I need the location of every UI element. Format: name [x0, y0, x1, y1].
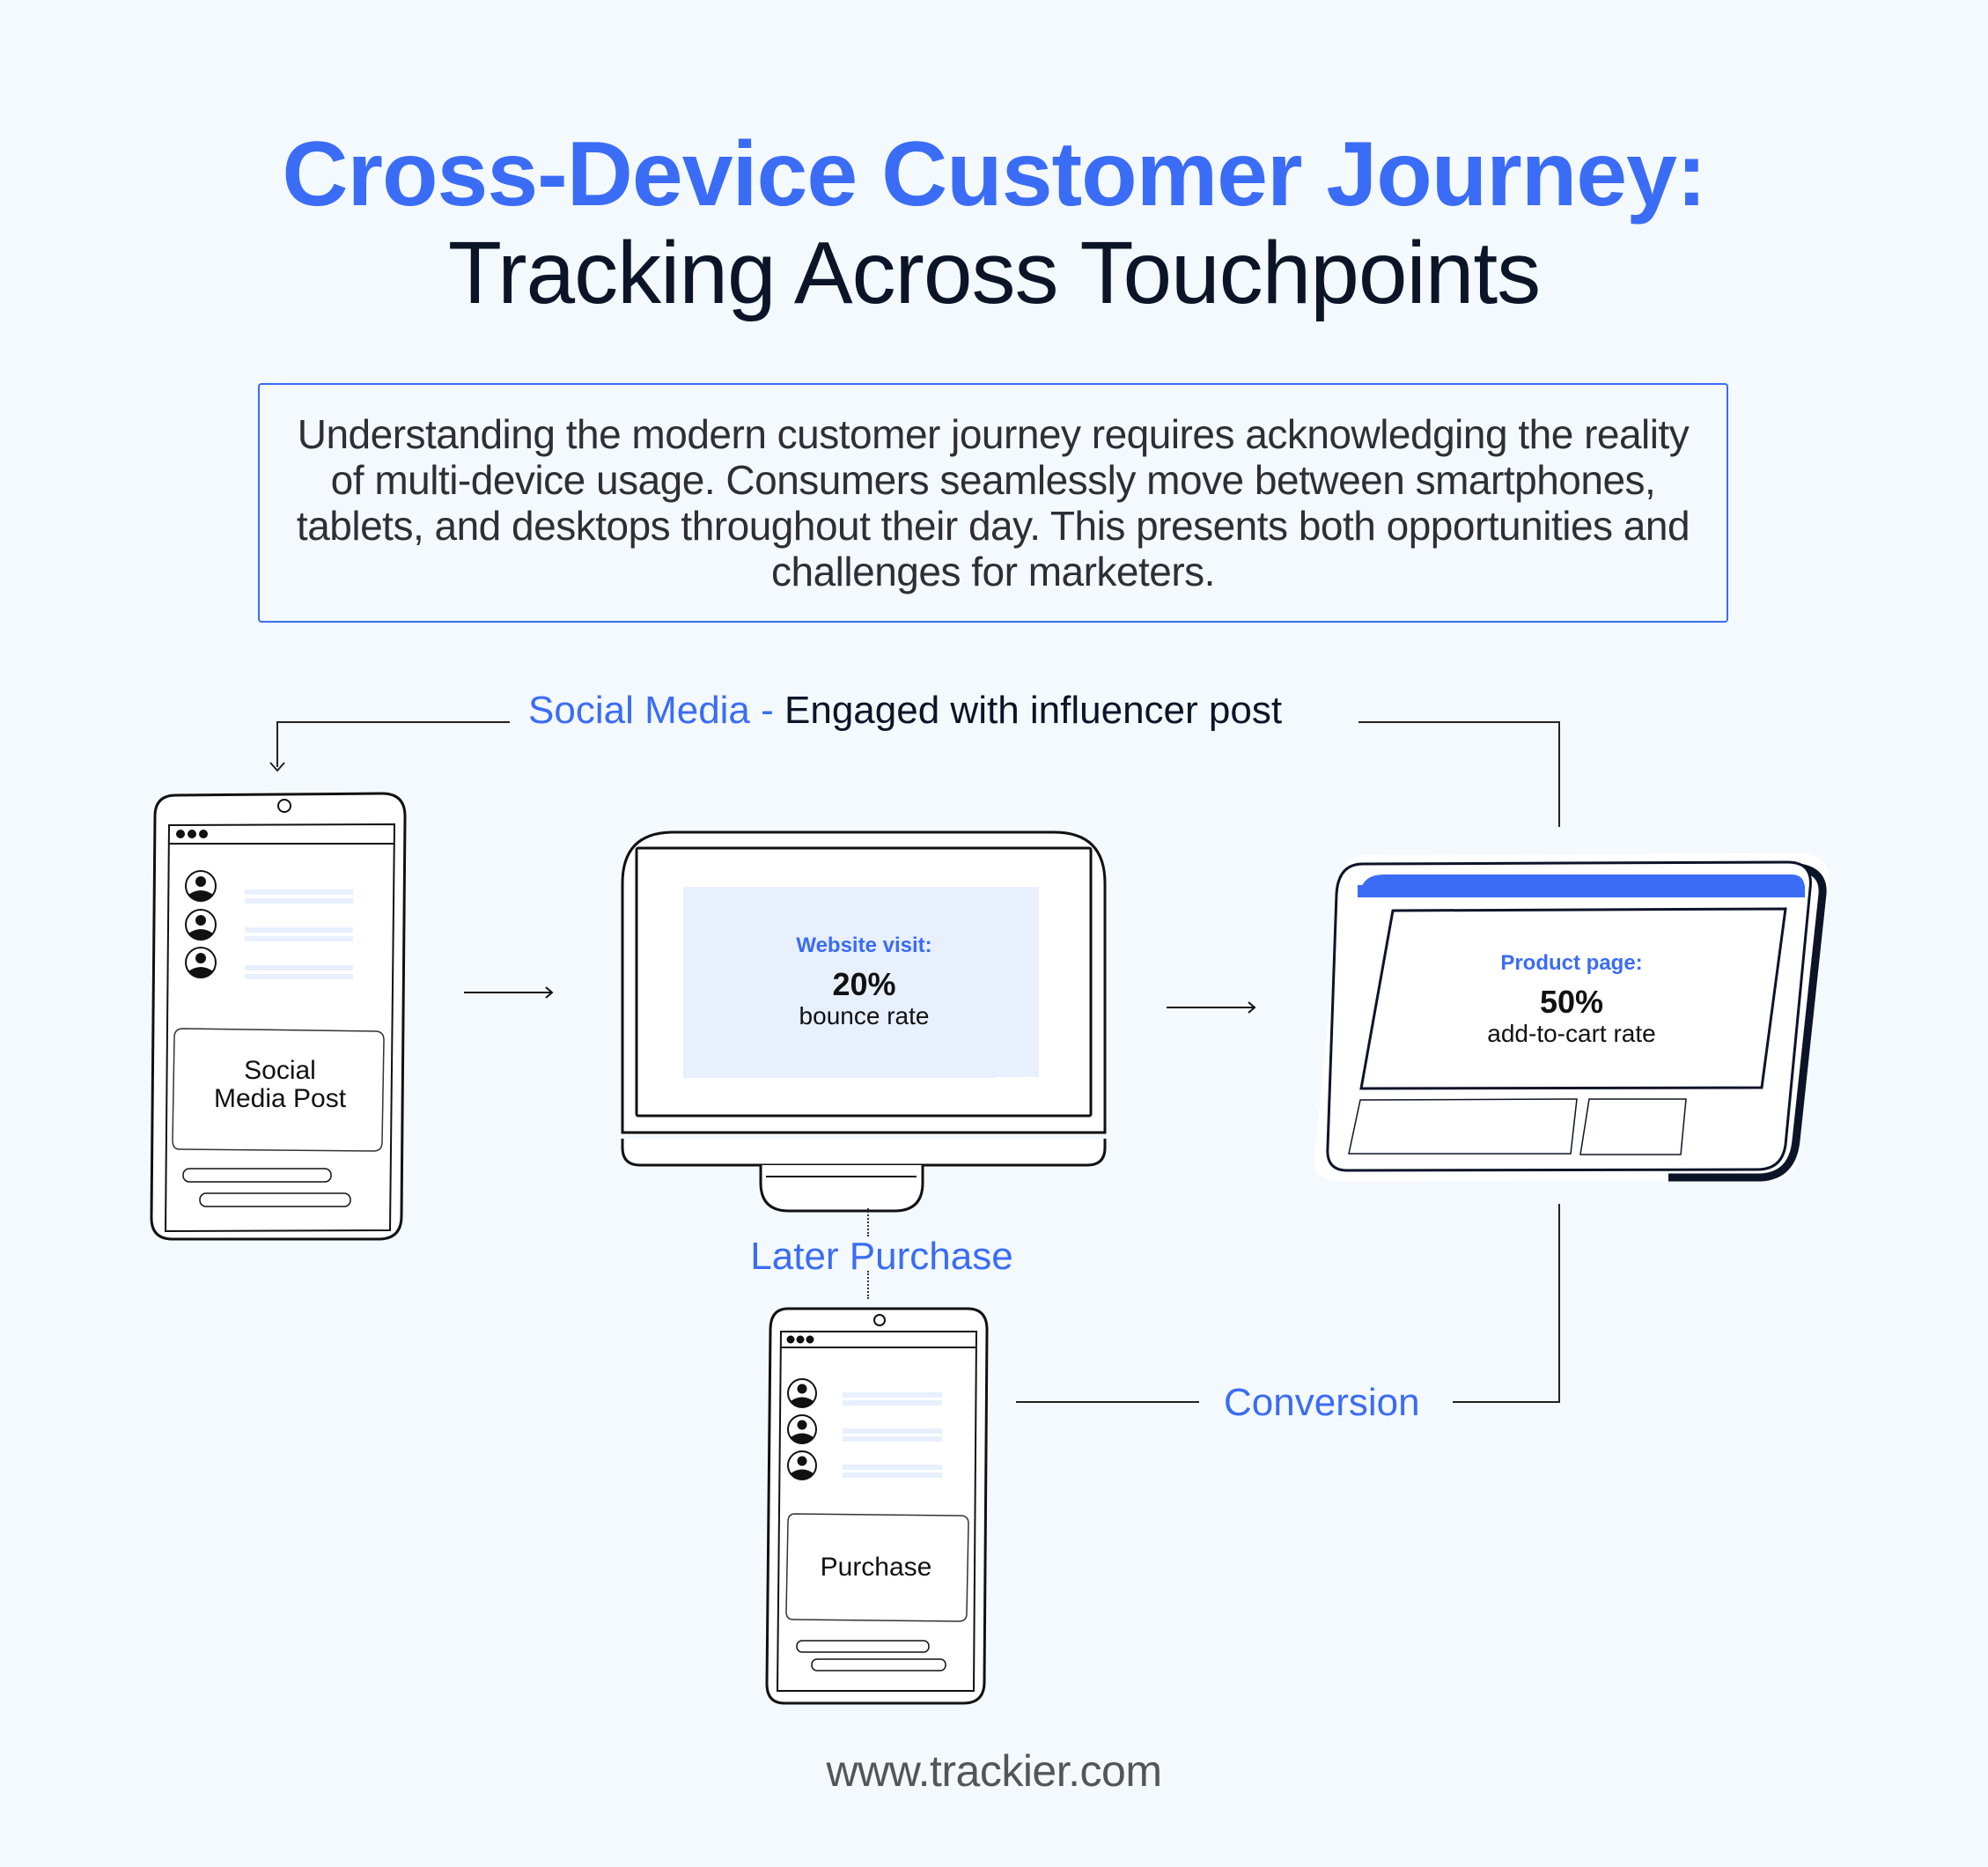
title-line-1: Cross-Device Customer Journey:	[282, 123, 1706, 225]
social-media-post-card: Social Media Post	[174, 1057, 386, 1113]
product-page-stat: Product page: 50% add-to-cart rate	[1400, 951, 1743, 1048]
phone-social-device	[150, 792, 407, 1241]
bounce-rate-caption: bounce rate	[799, 1002, 930, 1029]
connector-right-horizontal	[1453, 1401, 1560, 1403]
social-media-channel: Social Media	[528, 689, 750, 732]
purchase-card: Purchase	[788, 1553, 964, 1582]
phone-purchase-device	[765, 1307, 989, 1705]
later-purchase-label: Later Purchase	[750, 1235, 1013, 1278]
social-media-action: Engaged with influencer post	[784, 689, 1283, 732]
connector-right-vertical	[1558, 1204, 1560, 1403]
add-to-cart-value: 50%	[1539, 984, 1604, 1020]
avatar-icon	[185, 947, 217, 978]
arrow-right-icon	[1167, 1001, 1256, 1014]
website-visit-heading: Website visit:	[796, 934, 932, 957]
connector-top-left-horizontal	[276, 721, 510, 723]
label-separator: -	[749, 689, 785, 732]
dotted-connector-lower	[867, 1271, 869, 1299]
avatar-icon	[787, 1450, 817, 1480]
bounce-rate-value: 20%	[832, 966, 896, 1002]
footer-url: www.trackier.com	[826, 1746, 1162, 1796]
purchase-card-label: Purchase	[820, 1553, 932, 1582]
avatar-icon	[185, 909, 217, 941]
avatar-icon	[185, 870, 217, 902]
avatar-icon	[787, 1378, 817, 1408]
intro-box: Understanding the modern customer journe…	[258, 383, 1728, 623]
website-visit-stat: Website visit: 20% bounce rate	[689, 934, 1039, 1030]
connector-top-right-horizontal	[1358, 721, 1560, 723]
post-line-1: Social	[244, 1056, 316, 1085]
arrow-right-icon	[464, 986, 554, 999]
post-line-2: Media Post	[213, 1084, 347, 1113]
arrow-down-icon	[269, 762, 285, 772]
intro-text: Understanding the modern customer journe…	[296, 411, 1690, 594]
conversion-label: Conversion	[1224, 1381, 1420, 1424]
connector-conversion-left	[1016, 1401, 1199, 1403]
title-line-2: Tracking Across Touchpoints	[447, 224, 1541, 322]
dotted-connector-upper	[867, 1208, 869, 1236]
social-media-step-label: Social Media - Engaged with influencer p…	[528, 689, 1282, 733]
avatar-icon	[787, 1414, 817, 1444]
add-to-cart-caption: add-to-cart rate	[1487, 1020, 1656, 1047]
connector-top-right-vertical	[1558, 721, 1560, 827]
product-page-heading: Product page:	[1500, 951, 1643, 975]
